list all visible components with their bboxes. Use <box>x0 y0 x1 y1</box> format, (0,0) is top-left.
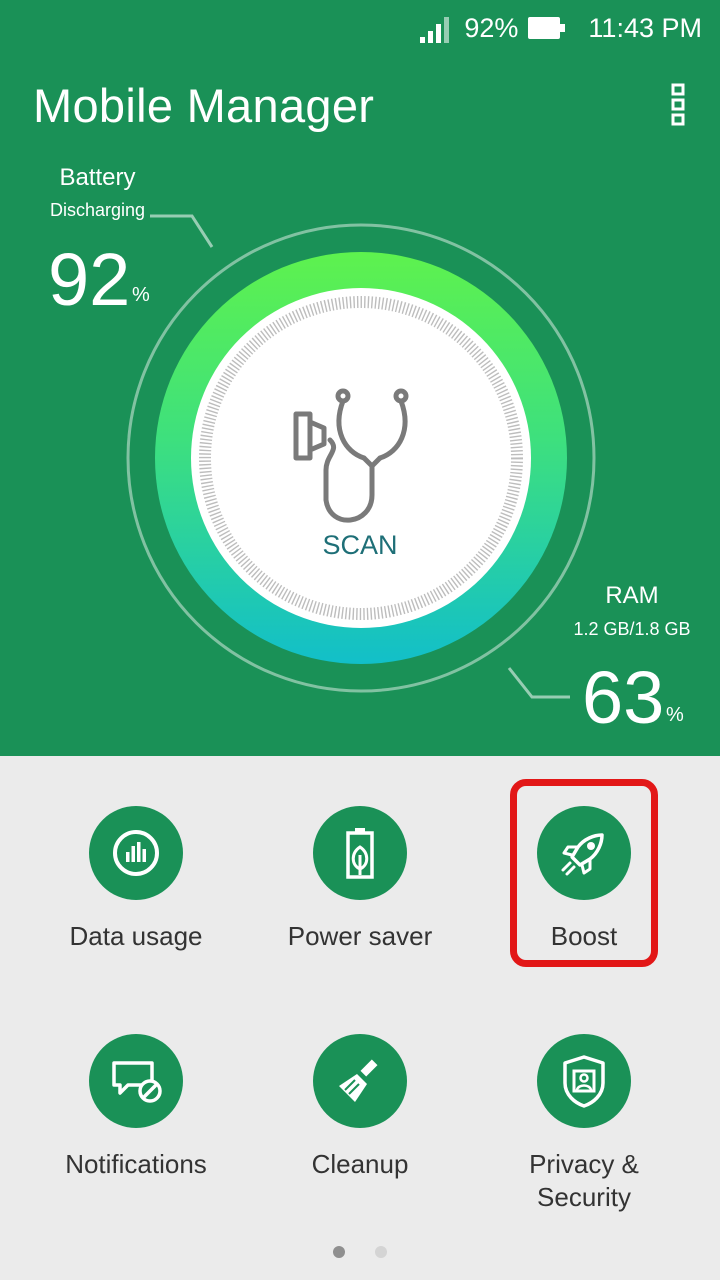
page-indicator <box>0 1246 720 1258</box>
scan-label: SCAN <box>322 530 398 560</box>
battery-state: Discharging <box>49 200 146 220</box>
tool-label: Data usage <box>69 921 203 951</box>
battery-percent-value: 92 <box>48 238 131 321</box>
page-dot-2[interactable] <box>375 1246 387 1258</box>
page-dot-1[interactable] <box>333 1246 345 1258</box>
tool-power-saver-circle <box>313 806 407 900</box>
tool-data-usage[interactable]: Data usage <box>26 806 246 953</box>
ram-label: RAM <box>605 582 659 609</box>
ram-percent-value: 63 <box>582 656 665 739</box>
ram-percent-unit: % <box>666 704 684 726</box>
tool-label: Cleanup <box>311 1149 409 1179</box>
shield-user-icon <box>563 1055 605 1108</box>
tool-data-usage-circle <box>89 806 183 900</box>
tool-label: Notifications <box>65 1149 207 1179</box>
bar-chart-icon <box>113 830 159 876</box>
boost-highlight <box>510 779 658 967</box>
scan-button[interactable] <box>268 370 452 540</box>
tool-cleanup[interactable]: Cleanup <box>250 1034 470 1181</box>
mobile-manager-screen: 92% 11:43 PM Mobile Manager SCAN Battery… <box>0 0 720 1280</box>
battery-label: Battery <box>59 164 136 191</box>
tool-privacy-security[interactable]: Privacy & Security <box>474 1034 694 1214</box>
tool-power-saver[interactable]: Power saver <box>250 806 470 953</box>
battery-leaf-icon <box>346 828 374 879</box>
broom-icon <box>339 1059 378 1102</box>
battery-percent-unit: % <box>132 284 150 306</box>
tool-label: Privacy & Security <box>529 1149 639 1212</box>
tool-label: Power saver <box>287 921 433 951</box>
tool-privacy-security-circle <box>537 1034 631 1128</box>
tool-notifications[interactable]: Notifications <box>26 1034 246 1181</box>
dashboard-header: 92% 11:43 PM Mobile Manager SCAN Battery… <box>0 0 720 756</box>
ram-usage: 1.2 GB/1.8 GB <box>573 619 691 639</box>
notification-block-icon <box>112 1061 162 1103</box>
tool-notifications-circle <box>89 1034 183 1128</box>
tool-cleanup-circle <box>313 1034 407 1128</box>
